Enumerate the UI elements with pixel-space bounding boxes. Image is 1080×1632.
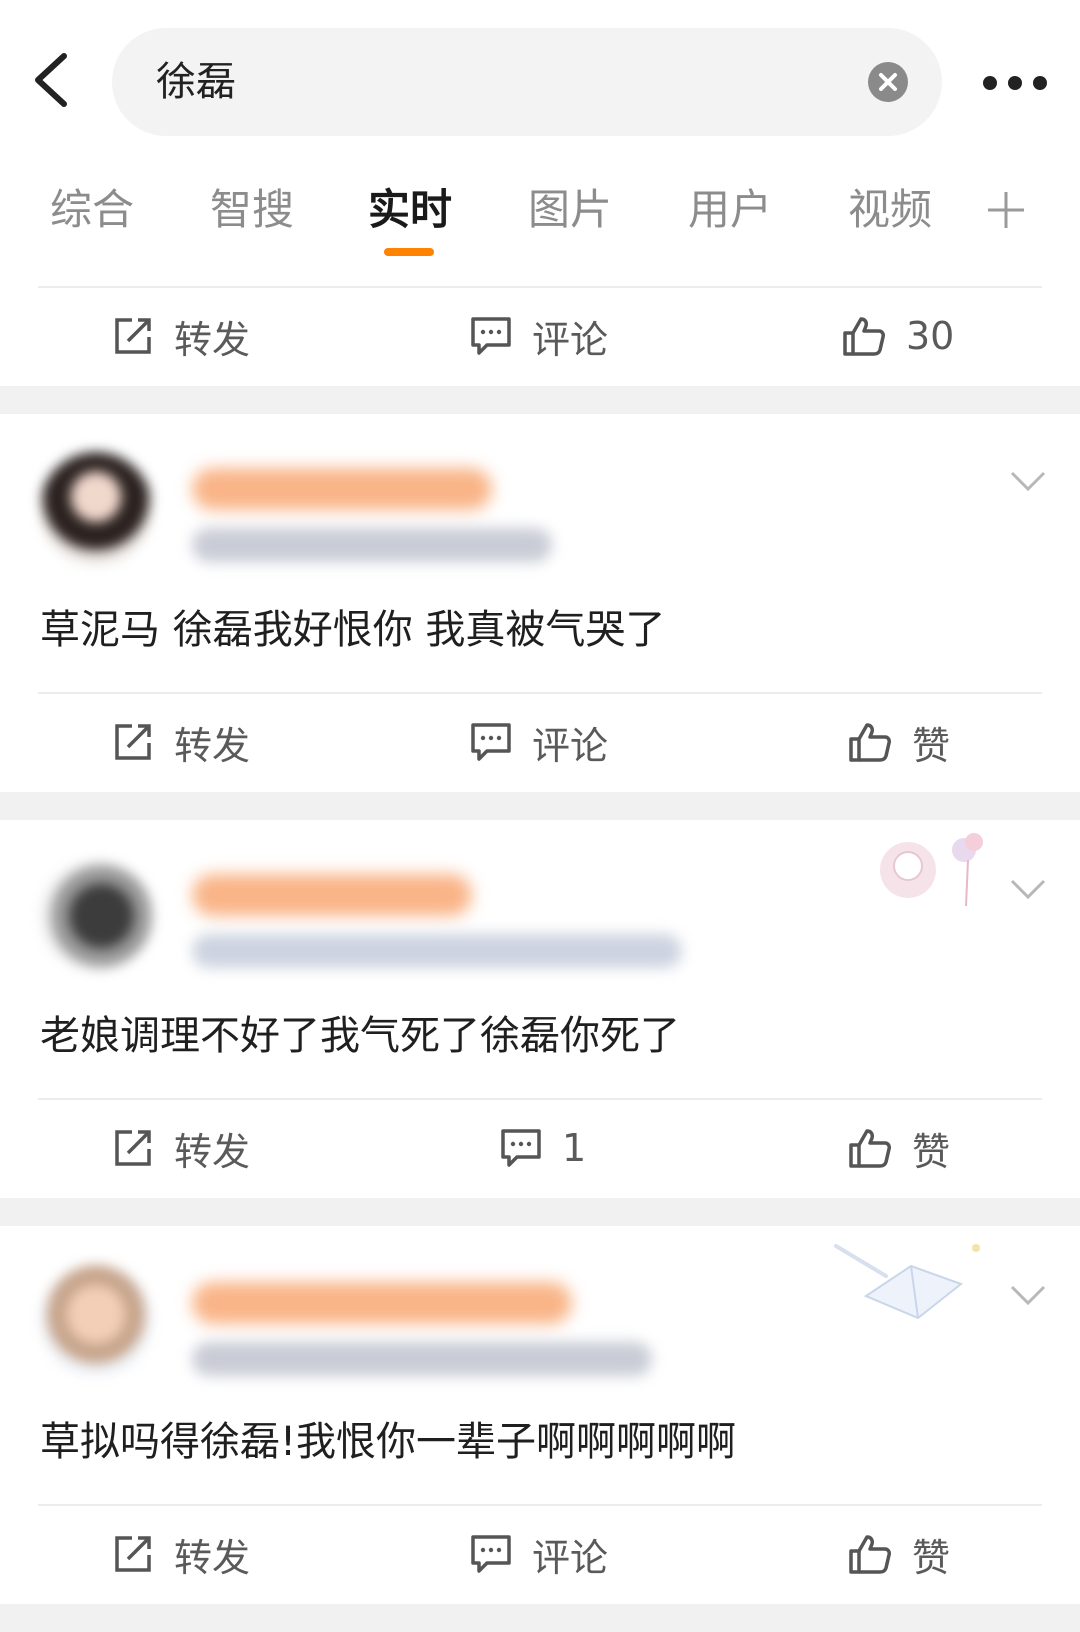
comment-button[interactable]: 评论 (470, 1506, 608, 1602)
username[interactable] (192, 874, 472, 916)
like-icon (843, 317, 885, 356)
post-text: 草泥马 徐磊我好恨你 我真被气哭了 (40, 607, 666, 653)
comment-icon (471, 1535, 511, 1573)
comment-count: 1 (562, 1126, 587, 1170)
active-tab-indicator (384, 248, 434, 256)
avatar[interactable] (40, 452, 152, 564)
avatar[interactable] (40, 1264, 152, 1376)
post-separator (0, 1604, 1080, 1632)
back-arrow-icon (35, 53, 67, 107)
comment-label: 评论 (532, 317, 609, 362)
comment-button[interactable]: 评论 (470, 288, 608, 384)
search-header: 徐磊 (0, 0, 1080, 160)
post-action-bar: 转发 评论 30 (0, 288, 1080, 384)
repost-label: 转发 (174, 723, 251, 768)
post-separator (0, 792, 1080, 820)
repost-label: 转发 (174, 1535, 251, 1580)
tab-zonghe[interactable]: 综合 (50, 182, 134, 238)
like-icon (849, 1129, 891, 1168)
post-separator (0, 1198, 1080, 1226)
decoration-sticker (880, 833, 983, 907)
plus-icon (988, 192, 1024, 228)
like-label: 赞 (912, 1535, 951, 1580)
repost-icon (115, 1130, 151, 1166)
more-button[interactable] (982, 68, 1048, 98)
repost-button[interactable]: 转发 (112, 288, 250, 384)
decoration-sticker (834, 1244, 980, 1320)
avatar[interactable] (40, 860, 152, 972)
clear-search-button[interactable] (868, 62, 908, 102)
add-tab-button[interactable] (986, 190, 1026, 230)
repost-icon (115, 724, 151, 760)
repost-icon (115, 318, 151, 354)
tab-users[interactable]: 用户 (688, 182, 772, 238)
post-meta (192, 1342, 652, 1376)
tab-images[interactable]: 图片 (528, 182, 612, 238)
like-label: 赞 (912, 723, 951, 768)
post-text: 老娘调理不好了我气死了徐磊你死了 (40, 1013, 680, 1059)
post-separator (0, 386, 1080, 414)
chevron-down-icon[interactable] (1010, 470, 1046, 492)
like-button[interactable]: 赞 (848, 1100, 950, 1196)
comment-button[interactable]: 1 (500, 1100, 586, 1196)
tab-realtime[interactable]: 实时 (368, 182, 452, 238)
repost-label: 转发 (174, 1129, 251, 1174)
clear-icon (879, 73, 897, 91)
like-count: 30 (906, 314, 955, 358)
chevron-down-icon[interactable] (1010, 878, 1046, 900)
repost-label: 转发 (174, 317, 251, 362)
post-action-bar: 转发 1 赞 (0, 1100, 1080, 1196)
repost-button[interactable]: 转发 (112, 1506, 250, 1602)
like-icon (849, 723, 891, 762)
comment-icon (471, 317, 511, 355)
like-button[interactable]: 赞 (848, 1506, 950, 1602)
comment-label: 评论 (532, 1535, 609, 1580)
like-label: 赞 (912, 1129, 951, 1174)
like-icon (849, 1535, 891, 1574)
repost-button[interactable]: 转发 (112, 694, 250, 790)
post-card: 草泥马 徐磊我好恨你 我真被气哭了 转发 评论 赞 (0, 414, 1080, 792)
post-card: 草拟吗得徐磊!我恨你一辈子啊啊啊啊啊 转发 评论 赞 (0, 1226, 1080, 1606)
comment-label: 评论 (532, 723, 609, 768)
repost-button[interactable]: 转发 (112, 1100, 250, 1196)
like-button[interactable]: 赞 (848, 694, 950, 790)
post-action-bar: 转发 评论 赞 (0, 1506, 1080, 1602)
post-meta (192, 528, 552, 562)
post-text: 草拟吗得徐磊!我恨你一辈子啊啊啊啊啊 (40, 1419, 737, 1465)
repost-icon (115, 1536, 151, 1572)
comment-button[interactable]: 评论 (470, 694, 608, 790)
comment-icon (471, 723, 511, 761)
username[interactable] (192, 468, 492, 510)
comment-icon (501, 1129, 541, 1167)
search-input[interactable]: 徐磊 (112, 28, 942, 136)
tab-zhisou[interactable]: 智搜 (210, 182, 294, 238)
back-button[interactable] (30, 50, 80, 110)
search-tabs: 综合 智搜 实时 图片 用户 视频 (0, 170, 1080, 270)
more-icon (983, 76, 1047, 90)
post-card: 老娘调理不好了我气死了徐磊你死了 转发 1 赞 (0, 820, 1080, 1198)
chevron-down-icon[interactable] (1010, 1284, 1046, 1306)
username[interactable] (192, 1282, 572, 1324)
post-action-bar: 转发 评论 赞 (0, 694, 1080, 790)
search-query: 徐磊 (156, 59, 236, 105)
like-button[interactable]: 30 (842, 288, 954, 384)
post-meta (192, 934, 682, 968)
tab-videos[interactable]: 视频 (848, 182, 932, 238)
